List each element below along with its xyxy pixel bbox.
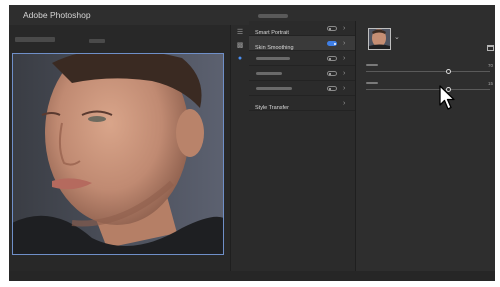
filter-placeholder-bar xyxy=(256,72,282,75)
compare-icon[interactable] xyxy=(487,45,494,51)
app-title: Adobe Photoshop xyxy=(23,10,91,20)
mouse-pointer-icon xyxy=(439,85,455,110)
document-tab-secondary[interactable] xyxy=(89,39,105,43)
filter-item-3[interactable]: › xyxy=(249,51,355,66)
slider-label-placeholder xyxy=(366,82,378,84)
document-tab[interactable] xyxy=(15,37,55,42)
blur-slider-track[interactable] xyxy=(366,71,490,72)
filter-toggle[interactable] xyxy=(327,56,337,61)
filter-toggle[interactable] xyxy=(327,41,337,46)
filter-item-4[interactable]: › xyxy=(249,66,355,81)
filter-item-smart-portrait[interactable]: Smart Portrait › xyxy=(249,21,355,36)
filter-placeholder-bar xyxy=(256,57,290,60)
filter-label: Style Transfer xyxy=(255,105,289,111)
neural-filters-list: Smart Portrait › Skin Smoothing › › › › … xyxy=(249,21,356,271)
panel-grip[interactable] xyxy=(258,14,288,18)
selection-outline xyxy=(12,53,224,255)
chevron-right-icon[interactable]: › xyxy=(343,96,345,111)
tool-strip: ☰ ▩ ● xyxy=(230,25,250,271)
filter-toggle[interactable] xyxy=(327,86,337,91)
canvas-area[interactable] xyxy=(9,25,230,271)
chevron-down-icon[interactable]: ⌄ xyxy=(394,33,400,41)
chevron-right-icon[interactable]: › xyxy=(343,81,345,96)
chevron-right-icon[interactable]: › xyxy=(343,66,345,81)
chevron-right-icon[interactable]: › xyxy=(343,21,345,36)
layers-icon[interactable]: ▩ xyxy=(231,41,249,51)
filter-item-skin-smoothing[interactable]: Skin Smoothing › xyxy=(249,36,355,51)
photoshop-window: Adobe Photoshop ☰ ▩ ● Smart Portrait › S… xyxy=(9,5,495,281)
sliders-icon[interactable]: ☰ xyxy=(231,28,249,38)
filter-toggle[interactable] xyxy=(327,71,337,76)
status-strip xyxy=(9,271,495,281)
filter-toggle[interactable] xyxy=(327,26,337,31)
thumbnail-image xyxy=(369,29,390,49)
slider-label-placeholder xyxy=(366,64,378,66)
reference-thumbnail[interactable] xyxy=(368,28,391,50)
filter-settings-panel: ⌄ 70 15 xyxy=(356,21,495,271)
filter-item-5[interactable]: › xyxy=(249,81,355,96)
slider-value: 70 xyxy=(488,63,494,68)
chevron-right-icon[interactable]: › xyxy=(343,36,345,51)
filter-item-style-transfer[interactable]: Style Transfer › xyxy=(249,96,355,111)
filter-placeholder-bar xyxy=(256,87,292,90)
smoothness-slider-track[interactable] xyxy=(366,89,490,90)
dot-icon[interactable]: ● xyxy=(231,54,249,64)
slider-value: 15 xyxy=(488,81,494,86)
blur-slider-handle[interactable] xyxy=(446,69,451,74)
chevron-right-icon[interactable]: › xyxy=(343,51,345,66)
